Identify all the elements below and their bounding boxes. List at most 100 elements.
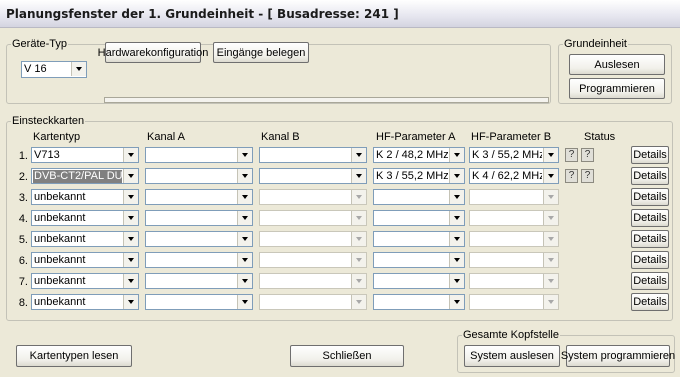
hf-parameter-a-select[interactable]: K 2 / 48,2 MHz (373, 147, 465, 163)
details-button[interactable]: Details (631, 230, 669, 248)
chevron-down-icon[interactable] (449, 232, 464, 246)
header-status: Status (584, 131, 616, 143)
kartentyp-select[interactable]: V713 (31, 147, 139, 163)
kanal-a-select[interactable] (145, 210, 253, 226)
kartentyp-select[interactable]: unbekannt (31, 273, 139, 289)
kanal-a-select[interactable] (145, 273, 253, 289)
details-button[interactable]: Details (631, 188, 669, 206)
chevron-down-icon[interactable] (123, 295, 138, 309)
chevron-down-icon (351, 253, 366, 267)
row-number: 6. (18, 255, 28, 267)
chevron-down-icon (351, 211, 366, 225)
chevron-down-icon (543, 295, 558, 309)
auslesen-button[interactable]: Auslesen (569, 54, 665, 75)
chevron-down-icon[interactable] (449, 274, 464, 288)
hf-parameter-a-select[interactable] (373, 210, 465, 226)
system-programmieren-button[interactable]: System programmieren (561, 345, 675, 367)
chevron-down-icon[interactable] (449, 169, 464, 183)
kanal-a-select[interactable] (145, 189, 253, 205)
kanal-a-select[interactable] (145, 168, 253, 184)
hf-parameter-a-select[interactable] (373, 189, 465, 205)
system-auslesen-button[interactable]: System auslesen (464, 345, 560, 367)
chevron-down-icon[interactable] (123, 211, 138, 225)
kartentyp-value: unbekannt (34, 191, 86, 203)
details-button[interactable]: Details (631, 167, 669, 185)
chevron-down-icon (543, 190, 558, 204)
hf-parameter-b-select (469, 210, 559, 226)
details-button[interactable]: Details (631, 251, 669, 269)
hf-parameter-a-select[interactable] (373, 231, 465, 247)
kartentypen-lesen-button[interactable]: Kartentypen lesen (16, 345, 132, 367)
details-button[interactable]: Details (631, 293, 669, 311)
schliessen-button[interactable]: Schließen (290, 345, 404, 367)
geraete-typ-select[interactable]: V 16 (21, 61, 87, 78)
hf-parameter-a-select[interactable]: K 3 / 55,2 MHz (373, 168, 465, 184)
chevron-down-icon[interactable] (123, 253, 138, 267)
chevron-down-icon[interactable] (123, 190, 138, 204)
chevron-down-icon[interactable] (351, 169, 366, 183)
einsteckkarten-legend: Einsteckkarten (12, 115, 85, 127)
details-button[interactable]: Details (631, 146, 669, 164)
chevron-down-icon[interactable] (237, 274, 252, 288)
chevron-down-icon (543, 232, 558, 246)
hf-parameter-b-select[interactable]: K 4 / 62,2 MHz (469, 168, 559, 184)
chevron-down-icon (351, 232, 366, 246)
chevron-down-icon[interactable] (123, 274, 138, 288)
kartentyp-select[interactable]: unbekannt (31, 252, 139, 268)
kanal-b-select[interactable] (259, 147, 367, 163)
header-kartentyp: Kartentyp (33, 131, 81, 143)
kartentyp-select[interactable]: unbekannt (31, 231, 139, 247)
chevron-down-icon[interactable] (449, 190, 464, 204)
chevron-down-icon[interactable] (237, 211, 252, 225)
chevron-down-icon[interactable] (123, 148, 138, 162)
chevron-down-icon[interactable] (449, 148, 464, 162)
chevron-down-icon[interactable] (71, 62, 86, 76)
grundeinheit-legend: Grundeinheit (564, 38, 627, 50)
chevron-down-icon[interactable] (449, 253, 464, 267)
details-button[interactable]: Details (631, 272, 669, 290)
eingaenge-belegen-button[interactable]: Eingänge belegen (213, 42, 309, 63)
hf-parameter-a-select[interactable] (373, 252, 465, 268)
chevron-down-icon[interactable] (123, 169, 138, 183)
chevron-down-icon[interactable] (237, 232, 252, 246)
row-number: 4. (18, 213, 28, 225)
kartentyp-select[interactable]: unbekannt (31, 210, 139, 226)
kartentyp-select[interactable]: unbekannt (31, 189, 139, 205)
chevron-down-icon[interactable] (449, 211, 464, 225)
kanal-a-select[interactable] (145, 294, 253, 310)
chevron-down-icon[interactable] (123, 232, 138, 246)
hf-parameter-a-select[interactable] (373, 273, 465, 289)
chevron-down-icon[interactable] (237, 295, 252, 309)
chevron-down-icon[interactable] (237, 253, 252, 267)
chevron-down-icon[interactable] (237, 169, 252, 183)
kanal-a-select[interactable] (145, 252, 253, 268)
hf-parameter-b-select[interactable]: K 3 / 55,2 MHz (469, 147, 559, 163)
programmieren-button[interactable]: Programmieren (569, 78, 665, 99)
chevron-down-icon[interactable] (351, 148, 366, 162)
kartentyp-select[interactable]: DVB-CT2/PAL DUO (31, 168, 139, 184)
header-kanal-a: Kanal A (147, 131, 185, 143)
chevron-down-icon[interactable] (449, 295, 464, 309)
window-title: Planungsfenster der 1. Grundeinheit - [ … (6, 7, 399, 21)
kanal-b-select[interactable] (259, 168, 367, 184)
header-hf-parameter-b: HF-Parameter B (471, 131, 552, 143)
header-hf-parameter-a: HF-Parameter A (376, 131, 456, 143)
kanal-a-select[interactable] (145, 231, 253, 247)
hf-parameter-b-value: K 3 / 55,2 MHz (472, 149, 542, 161)
kanal-a-select[interactable] (145, 147, 253, 163)
hardwarekonfiguration-button[interactable]: Hardwarekonfiguration (98, 42, 208, 63)
kartentyp-value: unbekannt (34, 275, 86, 287)
chevron-down-icon[interactable] (543, 169, 558, 183)
details-button[interactable]: Details (631, 209, 669, 227)
status-question-icon: ? (565, 148, 578, 162)
chevron-down-icon[interactable] (237, 148, 252, 162)
kartentyp-value: unbekannt (34, 233, 86, 245)
kanal-b-select (259, 294, 367, 310)
kanal-b-select (259, 273, 367, 289)
row-number: 2. (18, 171, 28, 183)
kartentyp-select[interactable]: unbekannt (31, 294, 139, 310)
status-question-icon: ? (581, 169, 594, 183)
hf-parameter-a-select[interactable] (373, 294, 465, 310)
chevron-down-icon[interactable] (237, 190, 252, 204)
chevron-down-icon[interactable] (543, 148, 558, 162)
